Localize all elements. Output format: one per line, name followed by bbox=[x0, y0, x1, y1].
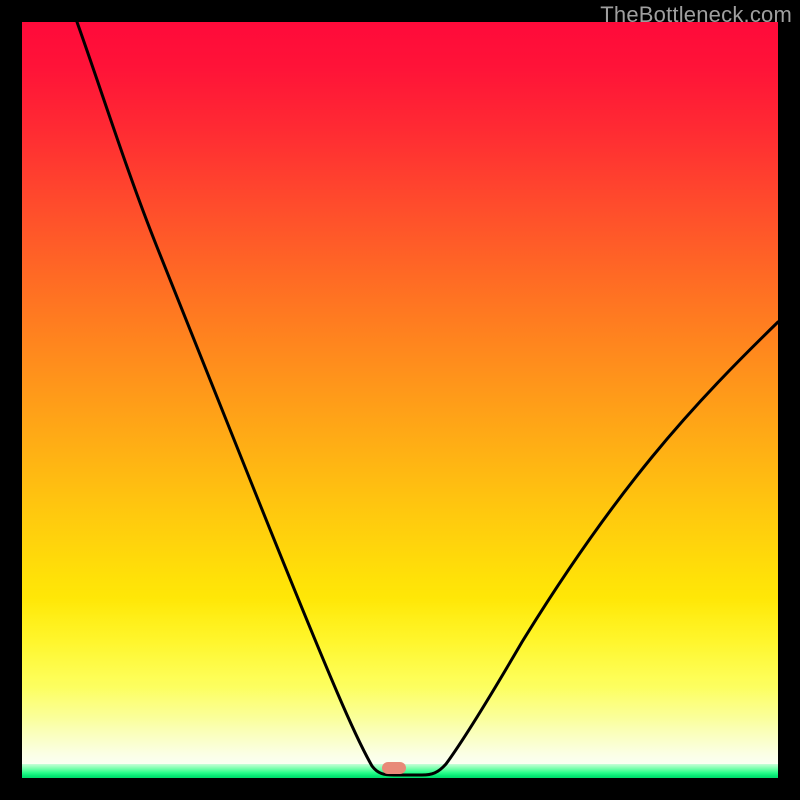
watermark-text: TheBottleneck.com bbox=[600, 2, 792, 28]
green-baseline-strip bbox=[22, 764, 778, 778]
bottleneck-curve bbox=[22, 22, 778, 778]
plot-area bbox=[22, 22, 778, 778]
chart-stage: TheBottleneck.com bbox=[0, 0, 800, 800]
